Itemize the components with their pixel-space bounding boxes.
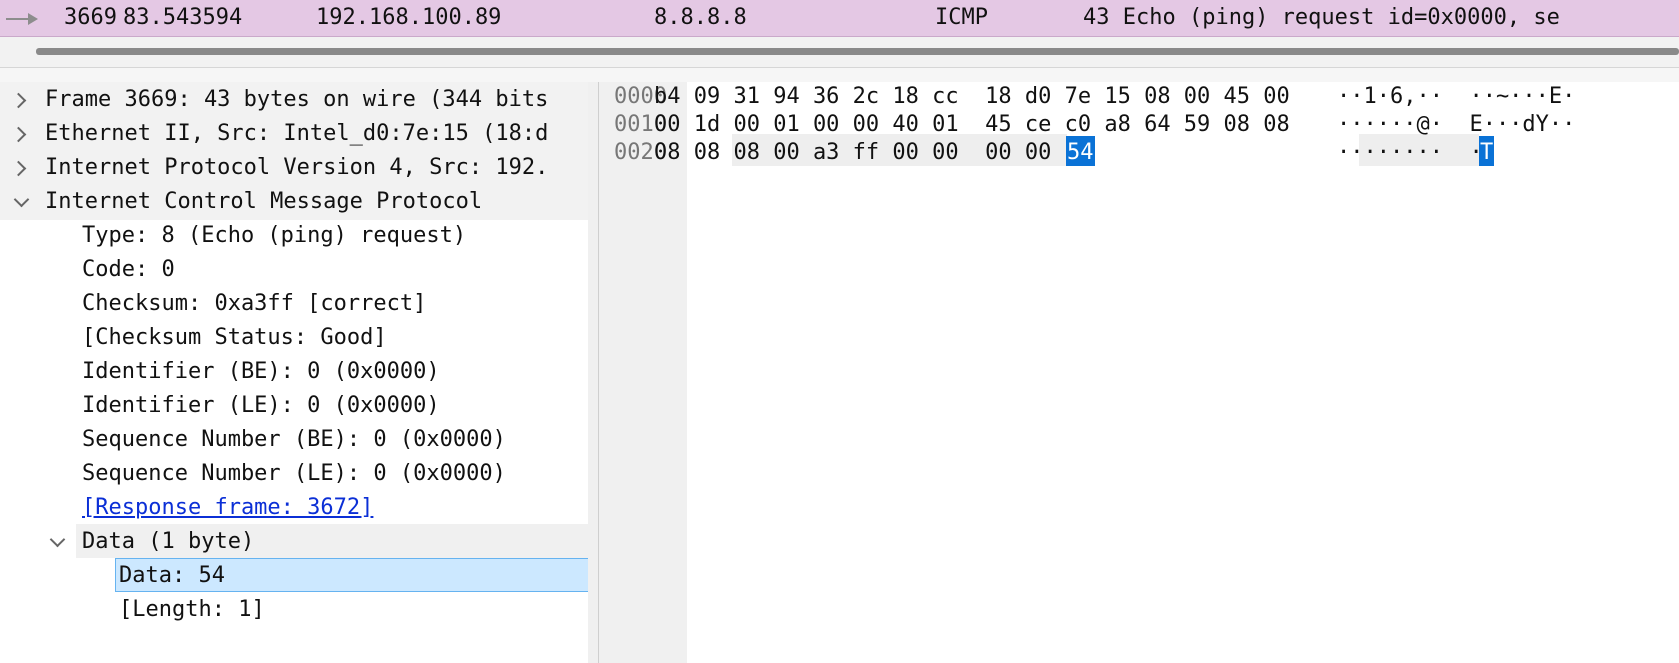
- ascii-line[interactable]: ······@· E···dY··: [1337, 110, 1575, 140]
- response-frame-link-row[interactable]: [Response frame: 3672]: [0, 490, 588, 526]
- chevron-right-icon[interactable]: [10, 92, 27, 109]
- hex-line[interactable]: b4 09 31 94 36 2c 18 cc 18 d0 7e 15 08 0…: [654, 82, 1290, 112]
- icmp-field-sequence-be[interactable]: Sequence Number (BE): 0 (0x0000): [0, 422, 588, 458]
- chevron-down-icon[interactable]: [13, 191, 30, 208]
- packet-time: 83.543594: [123, 5, 243, 30]
- hex-line[interactable]: 00 1d 00 01 00 00 40 01 45 ce c0 a8 64 5…: [654, 110, 1290, 140]
- icmp-field-checksum-status[interactable]: [Checksum Status: Good]: [0, 320, 588, 356]
- packet-bytes-pane: 0000 0010 0020 b4 09 31 94 36 2c 18 cc 1…: [599, 82, 1679, 663]
- icmp-field-code[interactable]: Code: 0: [0, 252, 588, 288]
- tree-item-label: Internet Protocol Version 4, Src: 192.: [45, 155, 549, 180]
- related-packet-arrow-icon: [6, 0, 40, 36]
- ascii-line[interactable]: ········ ··: [1337, 138, 1496, 168]
- tree-item-label: Frame 3669: 43 bytes on wire (344 bits: [45, 87, 549, 112]
- tree-item-label: Ethernet II, Src: Intel_d0:7e:15 (18:d: [45, 121, 549, 146]
- tree-item-ipv4[interactable]: Internet Protocol Version 4, Src: 192.: [0, 150, 588, 186]
- packet-length-info: 43 Echo (ping) request id=0x0000, se: [1083, 5, 1560, 30]
- offset-column: [599, 82, 687, 663]
- selected-hex-byte[interactable]: 54: [1067, 138, 1094, 168]
- data-field-length[interactable]: [Length: 1]: [0, 592, 588, 628]
- icmp-field-checksum[interactable]: Checksum: 0xa3ff [correct]: [0, 286, 588, 322]
- tree-item-frame[interactable]: Frame 3669: 43 bytes on wire (344 bits: [0, 82, 588, 118]
- selected-ascii-char[interactable]: T: [1480, 138, 1493, 168]
- packet-list-row-selected[interactable]: 3669 83.543594 192.168.100.89 8.8.8.8 IC…: [0, 0, 1679, 37]
- icmp-field-sequence-le[interactable]: Sequence Number (LE): 0 (0x0000): [0, 456, 588, 492]
- chevron-right-icon[interactable]: [10, 160, 27, 177]
- tree-item-data[interactable]: Data (1 byte): [0, 524, 588, 560]
- icmp-field-type[interactable]: Type: 8 (Echo (ping) request): [0, 218, 588, 254]
- icmp-field-identifier-be[interactable]: Identifier (BE): 0 (0x0000): [0, 354, 588, 390]
- scrollbar-thumb[interactable]: [36, 48, 1679, 55]
- tree-item-label: Data (1 byte): [82, 529, 255, 554]
- packet-list-horizontal-scrollbar[interactable]: [0, 37, 1679, 68]
- packet-destination: 8.8.8.8: [654, 5, 747, 30]
- response-frame-link[interactable]: [Response frame: 3672]: [82, 490, 373, 526]
- chevron-right-icon[interactable]: [10, 126, 27, 143]
- tree-item-ethernet[interactable]: Ethernet II, Src: Intel_d0:7e:15 (18:d: [0, 116, 588, 152]
- tree-item-icmp[interactable]: Internet Control Message Protocol: [0, 184, 588, 220]
- icmp-field-identifier-le[interactable]: Identifier (LE): 0 (0x0000): [0, 388, 588, 424]
- hex-line[interactable]: 08 08 08 00 a3 ff 00 00 00 00: [654, 138, 1051, 168]
- ascii-line[interactable]: ··1·6,·· ··~···E·: [1337, 82, 1575, 112]
- packet-number: 3669: [64, 5, 117, 30]
- pane-splitter[interactable]: [0, 68, 1679, 82]
- pane-splitter-vertical[interactable]: [588, 82, 599, 663]
- tree-item-label: Internet Control Message Protocol: [45, 189, 483, 214]
- packet-details-pane: Frame 3669: 43 bytes on wire (344 bits E…: [0, 82, 589, 663]
- packet-source: 192.168.100.89: [316, 5, 502, 30]
- chevron-down-icon[interactable]: [49, 531, 66, 548]
- data-field-value-selected[interactable]: Data: 54: [0, 558, 588, 594]
- packet-protocol: ICMP: [935, 5, 988, 30]
